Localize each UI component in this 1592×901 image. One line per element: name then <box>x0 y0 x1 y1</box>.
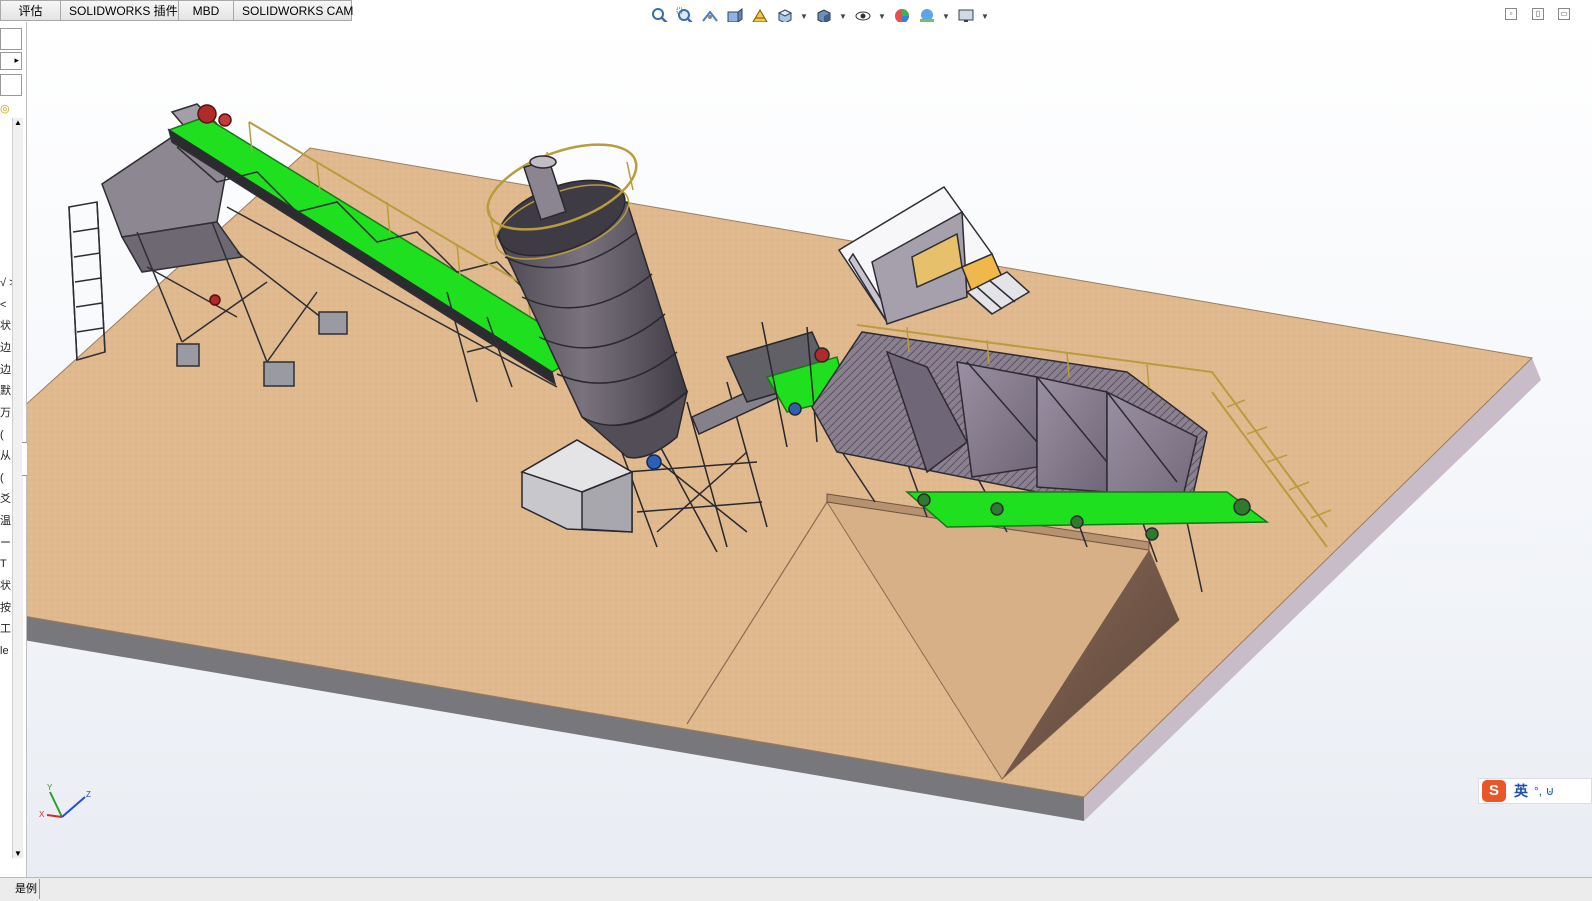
tree-item[interactable]: 边 <box>0 363 12 377</box>
tree-item[interactable]: 按 <box>0 601 12 615</box>
chevron-down-icon[interactable]: ▼ <box>800 12 808 21</box>
graphics-viewport[interactable]: X Y Z <box>27 22 1592 878</box>
tree-item[interactable]: ( <box>0 471 12 485</box>
filter-box[interactable] <box>0 74 22 96</box>
tree-scrollbar[interactable]: ▲ ▼ <box>12 118 23 858</box>
feature-manager-panel: ▸ ◎ ▲ ▼ √ > < 状 边 边 默 万 ( 从 ( 爻 温 ー T 状 … <box>0 22 34 877</box>
ground-slab <box>27 147 1541 821</box>
tree-item[interactable]: 爻 <box>0 492 12 506</box>
triad-z-label: Z <box>86 790 91 799</box>
coordinate-triad: X Y Z <box>39 783 91 819</box>
triad-y-label: Y <box>47 783 53 792</box>
ime-status-bar[interactable]: S 英 °, ⊍ <box>1478 778 1592 804</box>
model-render: X Y Z <box>27 103 1541 821</box>
tree-item[interactable]: 万 <box>0 406 12 420</box>
status-bar: 是例 <box>0 877 1592 901</box>
tree-item[interactable]: √ > <box>0 276 12 290</box>
status-tab[interactable]: 是例 <box>0 879 40 899</box>
tab-evaluate[interactable]: 评估 <box>0 0 61 21</box>
triad-z-axis <box>61 796 86 818</box>
chevron-down-icon[interactable]: ▼ <box>839 12 847 21</box>
scroll-down-icon[interactable]: ▼ <box>13 849 23 858</box>
chevron-down-icon[interactable]: ▼ <box>942 12 950 21</box>
triad-x-label: X <box>39 810 45 819</box>
panel-tab-strip[interactable]: ▸ <box>0 52 22 70</box>
tab-solidworks-addins[interactable]: SOLIDWORKS 插件 <box>61 0 179 21</box>
tree-item[interactable]: ( <box>0 428 12 442</box>
command-manager-tabs: 评估 SOLIDWORKS 插件 MBD SOLIDWORKS CAM <box>0 0 353 22</box>
tree-item[interactable]: 默 <box>0 384 12 398</box>
ime-language[interactable]: 英 <box>1514 781 1528 801</box>
tab-mbd[interactable]: MBD <box>179 0 234 21</box>
chevron-down-icon[interactable]: ▼ <box>878 12 886 21</box>
tree-item[interactable]: < <box>0 298 12 312</box>
ime-punctuation[interactable]: °, ⊍ <box>1534 784 1554 798</box>
slab-top-face <box>27 147 1534 798</box>
tree-item[interactable]: 从 <box>0 449 12 463</box>
tree-item[interactable]: 边 <box>0 341 12 355</box>
tree-item[interactable]: T <box>0 557 12 571</box>
triad-y-axis <box>49 791 63 818</box>
tree-item[interactable]: 状 <box>0 579 12 593</box>
restore-window-icon[interactable]: ▫ <box>1505 8 1517 20</box>
tree-item[interactable]: ー <box>0 536 12 550</box>
expand-window-icon[interactable]: ▭ <box>1558 8 1570 20</box>
tile-window-icon[interactable]: ▯ <box>1532 8 1544 20</box>
tab-solidworks-cam[interactable]: SOLIDWORKS CAM <box>234 0 353 21</box>
tree-item[interactable]: le <box>0 644 12 658</box>
tree-item[interactable]: 状 <box>0 319 12 333</box>
tree-item[interactable]: 工 <box>0 622 12 636</box>
panel-header-box[interactable] <box>0 28 22 50</box>
tree-item[interactable]: 温 <box>0 514 12 528</box>
scroll-up-icon[interactable]: ▲ <box>13 118 23 127</box>
tree-fragment: ◎ <box>0 103 10 115</box>
chevron-right-icon[interactable]: ▸ <box>14 55 19 66</box>
chevron-down-icon[interactable]: ▼ <box>981 12 989 21</box>
triad-x-axis <box>46 814 63 818</box>
ime-logo[interactable]: S <box>1482 780 1506 802</box>
